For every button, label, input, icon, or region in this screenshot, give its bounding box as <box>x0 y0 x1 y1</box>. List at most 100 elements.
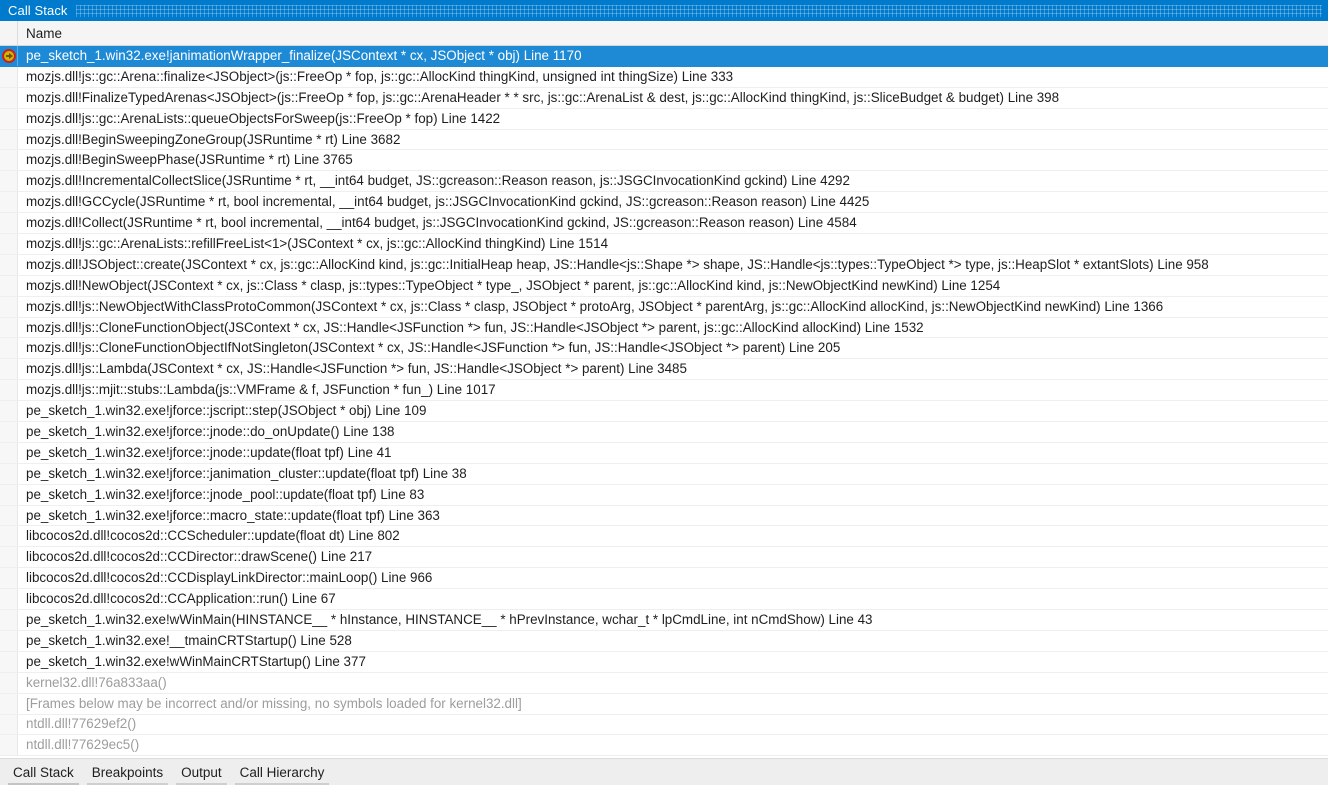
frame-icon-gutter <box>0 150 18 171</box>
call-stack-frame-row[interactable]: [Frames below may be incorrect and/or mi… <box>0 693 1328 715</box>
frame-name-label: mozjs.dll!BeginSweepPhase(JSRuntime * rt… <box>26 152 353 168</box>
frame-name-label: mozjs.dll!js::Lambda(JSContext * cx, JS:… <box>26 361 687 377</box>
tool-window-title: Call Stack <box>8 3 68 18</box>
frame-icon-gutter <box>0 296 18 317</box>
frame-name-label: pe_sketch_1.win32.exe!jforce::jnode::upd… <box>26 444 392 460</box>
frame-name-label: libcocos2d.dll!cocos2d::CCScheduler::upd… <box>26 528 400 544</box>
frame-icon-gutter <box>0 129 18 150</box>
frame-name-label: mozjs.dll!NewObject(JSContext * cx, js::… <box>26 277 1001 293</box>
call-stack-frame-row[interactable]: pe_sketch_1.win32.exe!wWinMainCRTStartup… <box>0 651 1328 673</box>
frame-icon-gutter <box>0 422 18 442</box>
tab-label: Breakpoints <box>91 764 164 780</box>
frame-name-label: mozjs.dll!js::gc::Arena::finalize<JSObje… <box>26 68 734 84</box>
tool-window-tab-strip[interactable]: Call Stack Breakpoints Output Call Hierarch… <box>0 758 1328 785</box>
frame-name-label: mozjs.dll!Collect(JSRuntime * rt, bool i… <box>26 215 857 231</box>
frame-icon-gutter <box>0 484 18 505</box>
frame-icon-gutter <box>0 714 18 735</box>
call-stack-frame-row[interactable]: libcocos2d.dll!cocos2d::CCDirector::draw… <box>0 547 1328 569</box>
call-stack-frame-row[interactable]: pe_sketch_1.win32.exe!jforce::jscript::s… <box>0 401 1328 423</box>
call-stack-frame-row[interactable]: pe_sketch_1.win32.exe!jforce::jnode::do_… <box>0 422 1328 443</box>
call-stack-frame-row[interactable]: mozjs.dll!js::gc::Arena::finalize<JSObje… <box>0 66 1328 88</box>
call-stack-frame-row[interactable]: mozjs.dll!js::mjit::stubs::Lambda(js::VM… <box>0 380 1328 402</box>
call-stack-frame-row[interactable]: ntdll.dll!77629ef2() <box>0 714 1328 736</box>
frame-name-label: pe_sketch_1.win32.exe!janimationWrapper_… <box>26 47 582 63</box>
call-stack-frame-row[interactable]: pe_sketch_1.win32.exe!janimationWrapper_… <box>0 46 1328 67</box>
column-header-name[interactable]: Name <box>18 21 1328 45</box>
frame-icon-gutter <box>0 359 18 380</box>
call-stack-frame-row[interactable]: mozjs.dll!Collect(JSRuntime * rt, bool i… <box>0 213 1328 235</box>
frame-name-label: mozjs.dll!GCCycle(JSRuntime * rt, bool i… <box>26 194 870 210</box>
frame-name-label: mozjs.dll!js::gc::ArenaLists::queueObjec… <box>26 110 501 126</box>
call-stack-frame-row[interactable]: libcocos2d.dll!cocos2d::CCApplication::r… <box>0 589 1328 611</box>
tab-label: Call Stack <box>13 764 74 780</box>
frame-name-label: libcocos2d.dll!cocos2d::CCDirector::draw… <box>26 549 373 565</box>
call-stack-frame-row[interactable]: mozjs.dll!js::gc::ArenaLists::refillFree… <box>0 234 1328 255</box>
tab-breakpoints[interactable]: Breakpoints <box>83 759 172 785</box>
frame-icon-gutter <box>0 275 18 296</box>
current-statement-arrow-icon <box>1 48 16 63</box>
call-stack-frame-row[interactable]: pe_sketch_1.win32.exe!jforce::macro_stat… <box>0 505 1328 527</box>
frame-icon-gutter <box>0 651 18 672</box>
frame-name-label: pe_sketch_1.win32.exe!jforce::janimation… <box>26 465 467 481</box>
frame-icon-gutter <box>0 589 18 610</box>
frame-name-label: mozjs.dll!js::CloneFunctionObjectIfNotSi… <box>26 340 841 356</box>
tab-call-hierarchy[interactable]: Call Hierarchy <box>231 759 334 785</box>
frame-icon-gutter <box>0 672 18 693</box>
frame-icon-gutter <box>0 192 18 213</box>
frame-name-label: mozjs.dll!js::mjit::stubs::Lambda(js::VM… <box>26 382 496 398</box>
frame-icon-gutter <box>0 254 18 275</box>
tab-output[interactable]: Output <box>172 759 231 785</box>
tab-label: Call Hierarchy <box>239 764 325 780</box>
call-stack-frame-row[interactable]: mozjs.dll!JSObject::create(JSContext * c… <box>0 254 1328 276</box>
call-stack-frame-row[interactable]: libcocos2d.dll!cocos2d::CCScheduler::upd… <box>0 526 1328 548</box>
call-stack-frame-row[interactable]: mozjs.dll!GCCycle(JSRuntime * rt, bool i… <box>0 192 1328 214</box>
frame-name-label: pe_sketch_1.win32.exe!jforce::jscript::s… <box>26 403 427 419</box>
frame-name-label: mozjs.dll!js::NewObjectWithClassProtoCom… <box>26 298 1164 314</box>
call-stack-frame-row[interactable]: mozjs.dll!BeginSweepPhase(JSRuntime * rt… <box>0 150 1328 172</box>
frame-name-label: libcocos2d.dll!cocos2d::CCDisplayLinkDir… <box>26 570 433 586</box>
frame-icon-gutter <box>0 610 18 630</box>
frame-icon-gutter <box>0 213 18 234</box>
frame-icon-gutter <box>0 46 18 66</box>
column-header-row: Name <box>0 21 1328 46</box>
call-stack-frame-row[interactable]: pe_sketch_1.win32.exe!jforce::jnode::upd… <box>0 442 1328 464</box>
tab-call-stack[interactable]: Call Stack <box>4 759 83 785</box>
call-stack-frame-row[interactable]: mozjs.dll!js::Lambda(JSContext * cx, JS:… <box>0 359 1328 381</box>
frame-name-label: pe_sketch_1.win32.exe!wWinMainCRTStartup… <box>26 653 366 669</box>
call-stack-frame-row[interactable]: ntdll.dll!77629ec5() <box>0 735 1328 757</box>
titlebar-grip-dots <box>75 5 1322 17</box>
frame-icon-gutter <box>0 66 18 87</box>
call-stack-frame-row[interactable]: libcocos2d.dll!cocos2d::CCDisplayLinkDir… <box>0 568 1328 590</box>
frame-icon-gutter <box>0 338 18 359</box>
call-stack-frame-row[interactable]: mozjs.dll!js::gc::ArenaLists::queueObjec… <box>0 108 1328 130</box>
frame-icon-gutter <box>0 505 18 526</box>
call-stack-frame-row[interactable]: kernel32.dll!76a833aa() <box>0 672 1328 694</box>
call-stack-frame-row[interactable]: mozjs.dll!js::CloneFunctionObjectIfNotSi… <box>0 338 1328 360</box>
call-stack-frame-row[interactable]: mozjs.dll!NewObject(JSContext * cx, js::… <box>0 275 1328 297</box>
call-stack-tool-window: Call Stack Name pe_sketch_1.win32.exe!ja… <box>0 0 1328 785</box>
call-stack-frame-row[interactable]: pe_sketch_1.win32.exe!jforce::jnode_pool… <box>0 484 1328 506</box>
frame-name-label: mozjs.dll!BeginSweepingZoneGroup(JSRunti… <box>26 131 401 147</box>
frame-name-label: ntdll.dll!77629ef2() <box>26 716 137 732</box>
call-stack-frame-row[interactable]: mozjs.dll!js::NewObjectWithClassProtoCom… <box>0 296 1328 318</box>
column-header-icon-gutter <box>0 21 18 45</box>
frame-name-label: mozjs.dll!js::CloneFunctionObject(JSCont… <box>26 319 924 335</box>
call-stack-frame-row[interactable]: mozjs.dll!js::CloneFunctionObject(JSCont… <box>0 317 1328 339</box>
frame-name-label: [Frames below may be incorrect and/or mi… <box>26 695 522 711</box>
call-stack-frame-row[interactable]: pe_sketch_1.win32.exe!wWinMain(HINSTANCE… <box>0 610 1328 631</box>
call-stack-frame-row[interactable]: pe_sketch_1.win32.exe!__tmainCRTStartup(… <box>0 630 1328 652</box>
frame-name-label: pe_sketch_1.win32.exe!__tmainCRTStartup(… <box>26 632 352 648</box>
frame-icon-gutter <box>0 568 18 589</box>
frame-icon-gutter <box>0 108 18 129</box>
frame-icon-gutter <box>0 234 18 254</box>
call-stack-frame-row[interactable]: mozjs.dll!FinalizeTypedArenas<JSObject>(… <box>0 87 1328 109</box>
call-stack-frame-list[interactable]: pe_sketch_1.win32.exe!janimationWrapper_… <box>0 46 1328 758</box>
call-stack-frame-row[interactable]: mozjs.dll!BeginSweepingZoneGroup(JSRunti… <box>0 129 1328 151</box>
frame-name-label: pe_sketch_1.win32.exe!jforce::jnode::do_… <box>26 423 395 439</box>
call-stack-frame-row[interactable]: pe_sketch_1.win32.exe!jforce::janimation… <box>0 463 1328 485</box>
frame-name-label: pe_sketch_1.win32.exe!jforce::jnode_pool… <box>26 486 425 502</box>
frame-icon-gutter <box>0 380 18 401</box>
call-stack-frame-row[interactable]: mozjs.dll!IncrementalCollectSlice(JSRunt… <box>0 171 1328 193</box>
frame-icon-gutter <box>0 735 18 756</box>
frame-icon-gutter <box>0 87 18 108</box>
